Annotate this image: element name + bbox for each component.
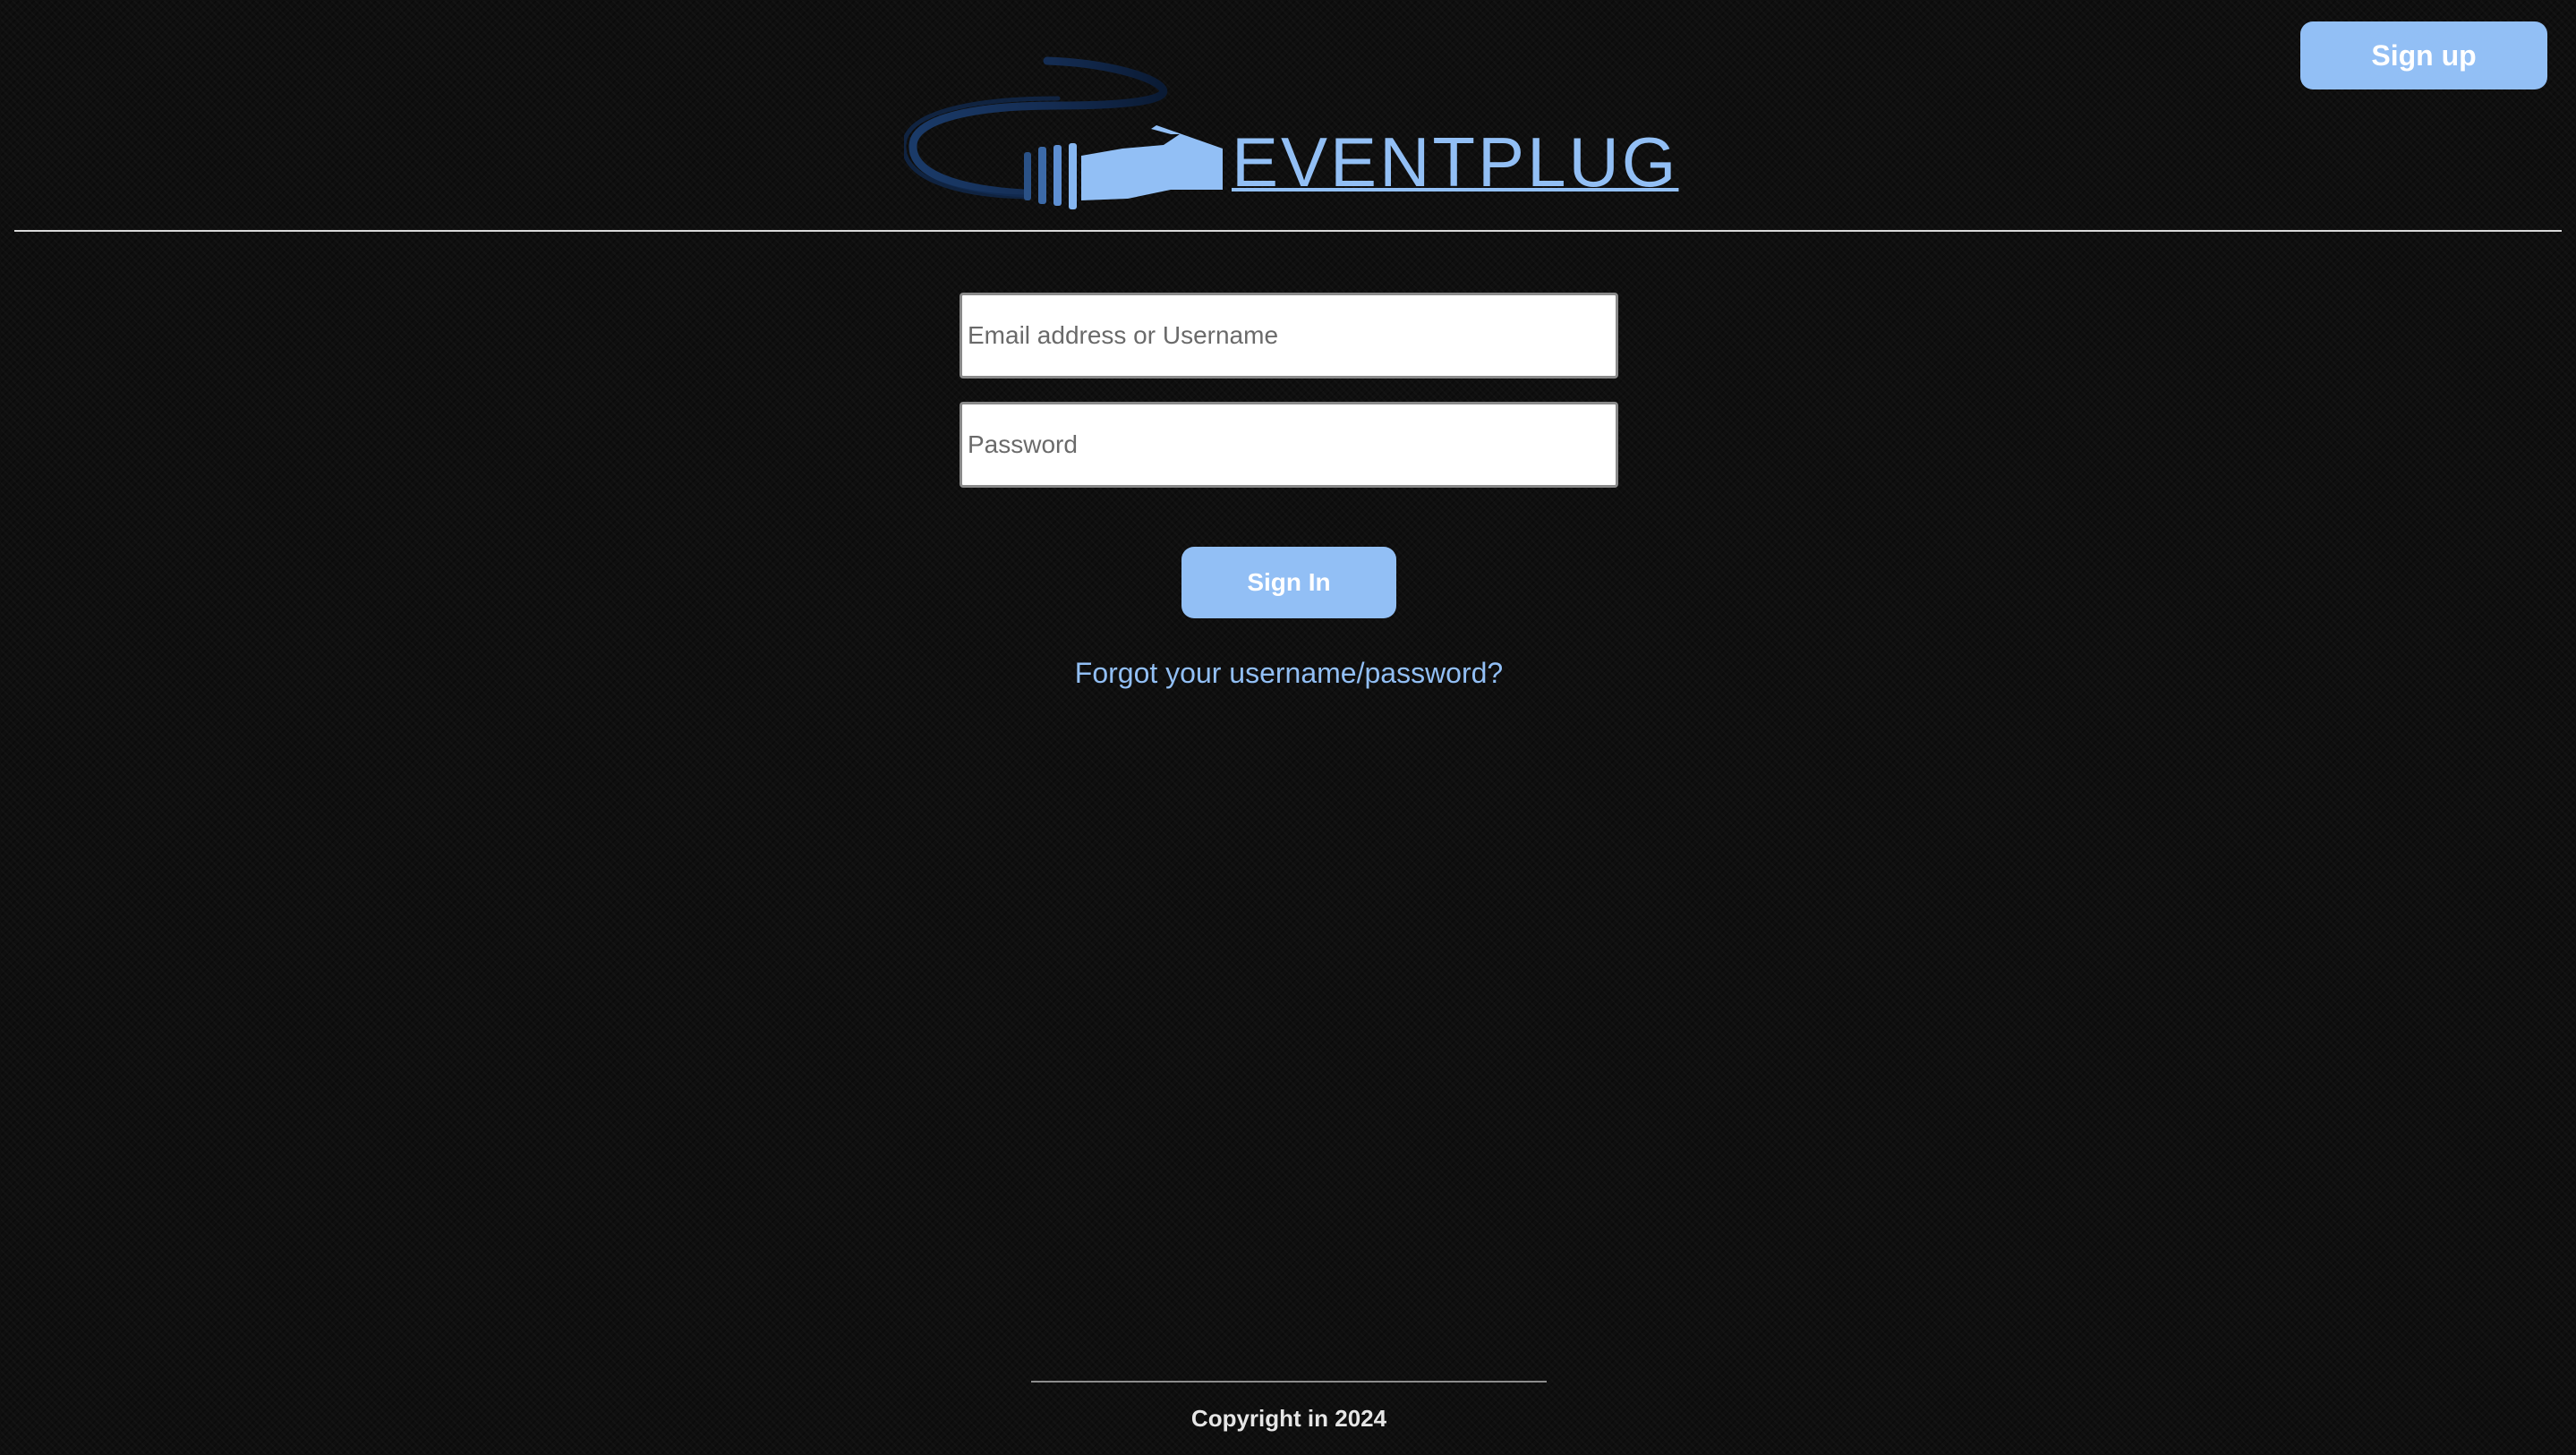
logo[interactable]: EVENTPLUG bbox=[904, 55, 1676, 215]
email-username-input[interactable] bbox=[960, 293, 1618, 379]
forgot-credentials-link[interactable]: Forgot your username/password? bbox=[895, 655, 1683, 691]
cable-plug-icon bbox=[904, 56, 1223, 209]
logo-text: EVENTPLUG bbox=[1232, 123, 1679, 201]
password-input[interactable] bbox=[960, 402, 1618, 488]
signin-button[interactable]: Sign In bbox=[1181, 547, 1396, 618]
footer-divider bbox=[1031, 1381, 1547, 1383]
signup-button[interactable]: Sign up bbox=[2300, 21, 2547, 89]
header-divider bbox=[14, 230, 2562, 232]
copyright-text: Copyright in 2024 bbox=[1190, 1405, 1387, 1432]
